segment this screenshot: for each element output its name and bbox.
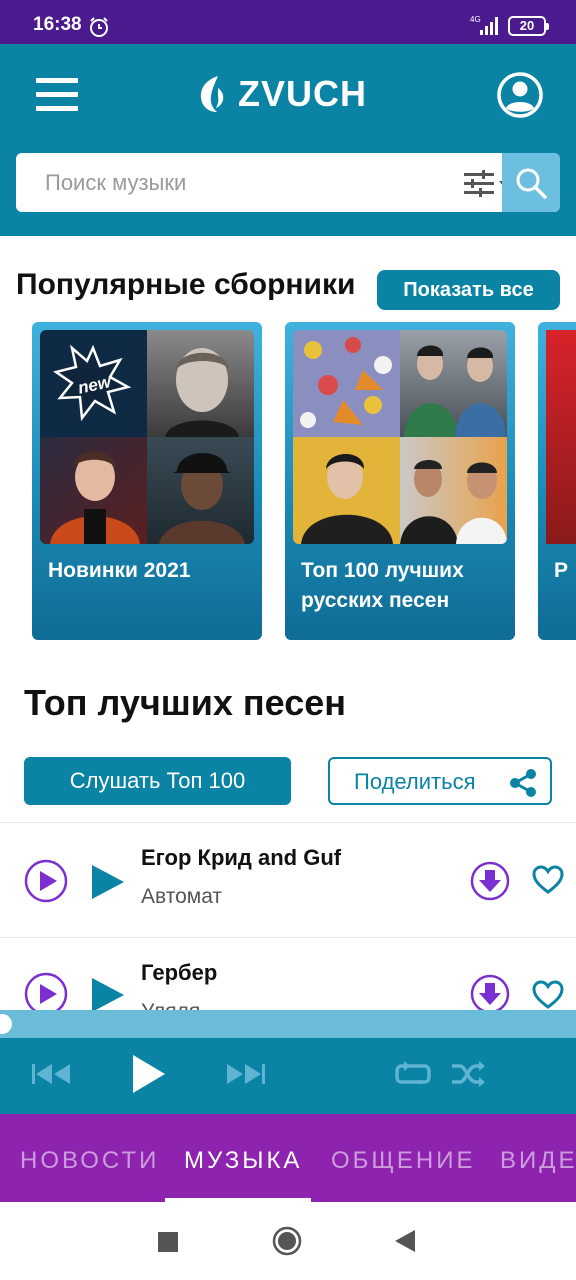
play-icon[interactable] [92, 865, 124, 899]
battery-level: 20 [519, 18, 535, 33]
song-title: Уляля [141, 1000, 200, 1010]
new-badge-icon: new [53, 344, 132, 422]
heart-icon[interactable] [532, 865, 564, 895]
song-artist: Гербер [141, 960, 218, 985]
heart-icon[interactable] [532, 980, 564, 1010]
tab-news[interactable]: НОВОСТИ [20, 1147, 159, 1175]
network-type: 4G [470, 15, 481, 24]
collection-card-partial[interactable]: Р [538, 322, 576, 640]
show-all-button[interactable]: Показать все [377, 270, 560, 310]
popular-collections-heading: Популярные сборники [16, 268, 356, 301]
collection-card-top-100-russian[interactable]: Топ 100 лучших русских песен [285, 322, 515, 640]
artist-photo [404, 345, 506, 437]
artist-photo [165, 348, 239, 437]
collection-title: Р [554, 559, 569, 582]
logo[interactable]: ZVUCH [198, 72, 367, 116]
previous-track-icon[interactable] [32, 1062, 72, 1086]
listen-top-100-button[interactable]: Слушать Топ 100 [24, 757, 291, 805]
artist-photo [50, 451, 140, 544]
share-label: Поделиться [354, 769, 476, 794]
collection-card-new-2021[interactable]: new Новинки 2021 [32, 322, 262, 640]
artist-photo [400, 460, 507, 544]
share-icon [510, 769, 536, 797]
home-icon[interactable] [272, 1226, 302, 1256]
collection-cover [293, 330, 507, 544]
collection-cover: new [40, 330, 254, 544]
song-artist: Егор Крид and Guf [141, 845, 342, 870]
search-icon [516, 168, 547, 199]
battery-icon: 20 [508, 16, 549, 36]
alarm-clock-icon [90, 17, 108, 37]
top-songs-heading: Топ лучших песен [24, 682, 347, 723]
play-circle-icon[interactable] [24, 972, 68, 1010]
bottom-tabs: НОВОСТИ МУЗЫКА ОБЩЕНИЕ ВИДЕО [0, 1114, 576, 1202]
play-icon[interactable] [133, 1055, 165, 1093]
progress-bar[interactable] [0, 1010, 576, 1038]
hamburger-menu-icon[interactable] [36, 78, 78, 112]
shuffle-icon[interactable] [450, 1060, 486, 1088]
music-player [0, 1010, 576, 1114]
back-icon[interactable] [395, 1230, 415, 1252]
tab-video[interactable]: ВИДЕО [500, 1147, 576, 1175]
artist-photo [159, 453, 245, 544]
search-button[interactable] [502, 153, 560, 212]
status-bar: 16:38 4G 20 [0, 0, 576, 44]
collection-title: Новинки 2021 [48, 559, 191, 582]
search-input[interactable] [16, 153, 502, 212]
system-navigation-bar [0, 1202, 576, 1280]
logo-sound-icon [200, 76, 224, 112]
tab-music[interactable]: МУЗЫКА [184, 1147, 302, 1175]
collection-title: Топ 100 лучших русских песен [301, 559, 464, 612]
profile-icon[interactable] [497, 72, 543, 118]
app-header: ZVUCH [0, 44, 576, 236]
song-title: Автомат [141, 885, 223, 908]
cellular-signal-icon: 4G [470, 15, 498, 35]
download-icon[interactable] [470, 974, 510, 1010]
tab-chat[interactable]: ОБЩЕНИЕ [331, 1147, 476, 1175]
artist-photo [301, 454, 393, 544]
logo-text: ZVUCH [238, 73, 367, 114]
play-circle-icon[interactable] [24, 859, 68, 903]
song-row[interactable]: Егор Крид and Guf Автомат [0, 823, 576, 937]
song-row[interactable]: Гербер Уляля [0, 938, 576, 1010]
next-track-icon[interactable] [225, 1062, 265, 1086]
folk-pattern-image [300, 337, 392, 428]
progress-knob[interactable] [0, 1014, 12, 1034]
download-icon[interactable] [470, 861, 510, 901]
search-bar [16, 153, 560, 212]
share-button[interactable]: Поделиться [328, 757, 552, 805]
repeat-icon[interactable] [394, 1060, 432, 1088]
recents-icon[interactable] [158, 1232, 178, 1252]
play-icon[interactable] [92, 978, 124, 1010]
status-time: 16:38 [33, 14, 82, 35]
